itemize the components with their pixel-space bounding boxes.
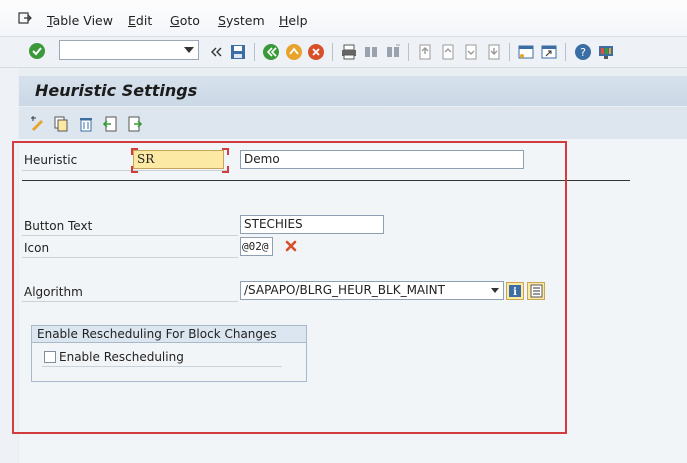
exit-icon[interactable]: [285, 43, 303, 61]
menu-table-view[interactable]: Table View: [47, 13, 113, 28]
menu-bar: Table View Edit Goto System Help: [0, 0, 687, 37]
copy-icon[interactable]: [52, 115, 70, 133]
command-field[interactable]: [59, 40, 199, 60]
select-icon[interactable]: [126, 115, 144, 133]
display-change-icon[interactable]: [29, 115, 47, 133]
menu-help[interactable]: Help: [279, 13, 308, 28]
delete-icon[interactable]: [77, 115, 95, 133]
print-icon[interactable]: [340, 43, 358, 61]
back-icon[interactable]: [262, 43, 280, 61]
title-bar: Heuristic Settings: [19, 76, 687, 106]
find-next-icon[interactable]: [384, 43, 402, 61]
svg-text:?: ?: [580, 46, 586, 59]
menu-goto[interactable]: Goto: [170, 13, 200, 28]
enter-checkmark-icon[interactable]: [28, 42, 46, 60]
page-title: Heuristic Settings: [35, 81, 198, 100]
undo-icon[interactable]: [101, 115, 119, 133]
customize-layout-icon[interactable]: [597, 43, 615, 61]
last-page-icon[interactable]: [485, 43, 503, 61]
find-icon[interactable]: [362, 43, 380, 61]
next-page-icon[interactable]: [462, 43, 480, 61]
help-icon[interactable]: ?: [574, 43, 592, 61]
application-toolbar: [19, 107, 687, 139]
menu-edit[interactable]: Edit: [128, 13, 152, 28]
collapse-icon[interactable]: [207, 43, 225, 61]
standard-toolbar: ?: [0, 37, 687, 68]
highlight-annotation-box: [12, 141, 567, 434]
previous-page-icon[interactable]: [439, 43, 457, 61]
save-icon[interactable]: [229, 43, 247, 61]
cancel-icon[interactable]: [307, 43, 325, 61]
first-page-icon[interactable]: [416, 43, 434, 61]
create-session-icon[interactable]: [517, 43, 535, 61]
chevron-down-icon[interactable]: [184, 47, 194, 53]
shortcut-icon[interactable]: [540, 43, 558, 61]
menu-system[interactable]: System: [218, 13, 265, 28]
menu-dropdown-icon[interactable]: [18, 12, 32, 24]
